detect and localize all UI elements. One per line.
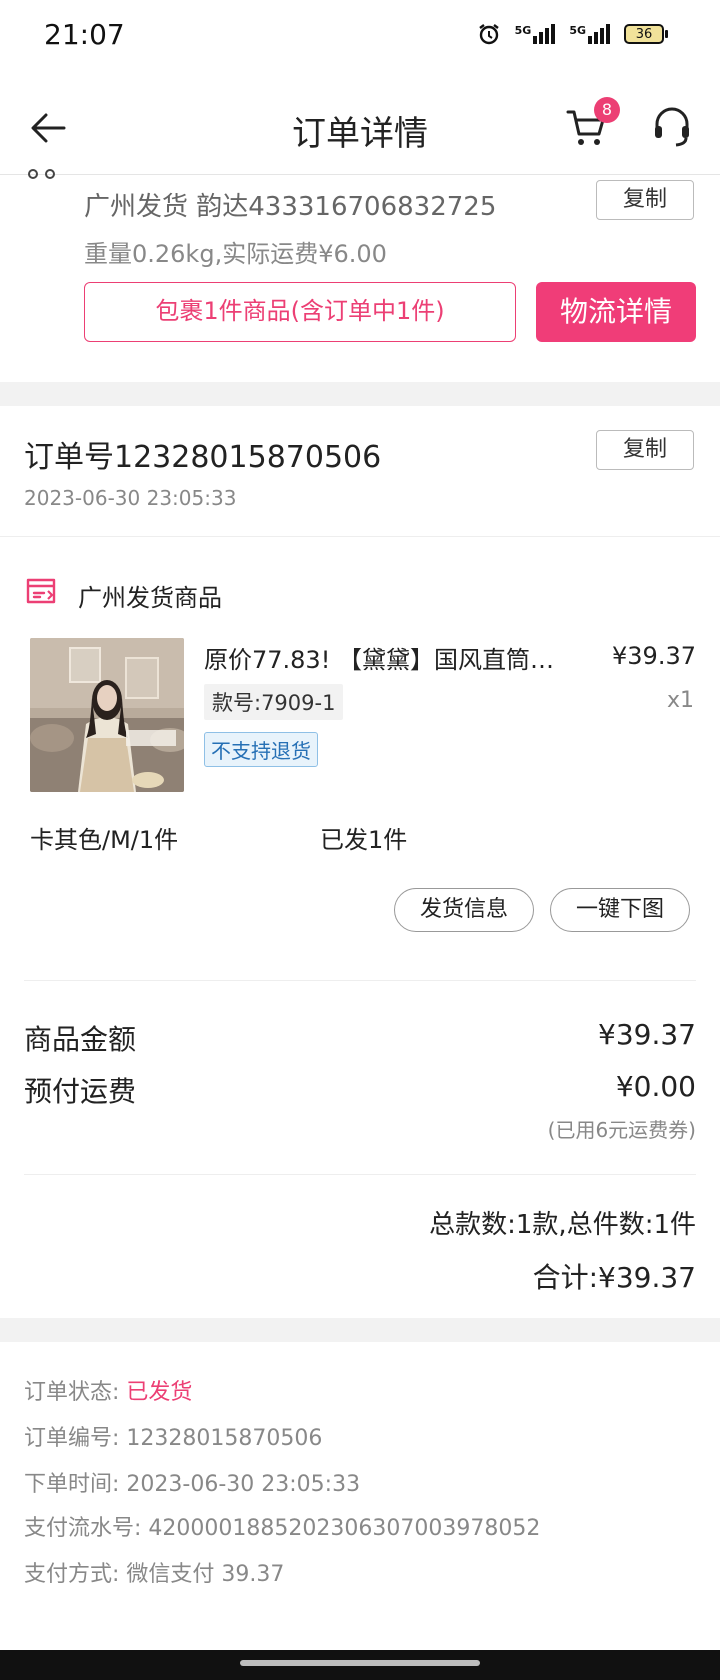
status-time: 21:07 bbox=[44, 18, 125, 51]
no-return-badge: 不支持退货 bbox=[204, 732, 318, 767]
weight-freight: 重量0.26kg,实际运费¥6.00 bbox=[84, 240, 387, 268]
order-total: 合计:¥39.37 bbox=[532, 1261, 696, 1294]
order-status-value: 已发货 bbox=[126, 1380, 193, 1405]
divider bbox=[24, 1174, 696, 1175]
battery-level: 36 bbox=[624, 24, 664, 44]
order-time-row: 下单时间: 2023-06-30 23:05:33 bbox=[24, 1466, 360, 1498]
ship-info-button[interactable]: 发货信息 bbox=[394, 888, 534, 932]
freight-label: 预付运费 bbox=[24, 1075, 137, 1108]
logistics-detail-button[interactable]: 物流详情 bbox=[536, 282, 696, 342]
battery-icon: 36 bbox=[624, 24, 668, 44]
shipping-box-icon bbox=[26, 578, 56, 604]
payment-serial-row: 支付流水号: 4200001885202306307003978052 bbox=[24, 1510, 540, 1542]
order-number-row: 订单编号: 12328015870506 bbox=[24, 1420, 322, 1452]
order-number-label: 订单编号: bbox=[24, 1426, 120, 1451]
status-icons: 5G 5G 36 bbox=[477, 22, 668, 46]
style-number-tag: 款号:7909-1 bbox=[204, 684, 344, 720]
coupon-note: (已用6元运费券) bbox=[547, 1118, 696, 1142]
order-time-label: 下单时间: bbox=[24, 1472, 120, 1497]
product-image[interactable] bbox=[30, 638, 184, 792]
section-gap bbox=[0, 1318, 720, 1342]
alarm-icon bbox=[478, 24, 499, 45]
goods-amount-value: ¥39.37 bbox=[598, 1018, 696, 1051]
payment-serial-label: 支付流水号: bbox=[24, 1516, 142, 1541]
freight-value: ¥0.00 bbox=[615, 1070, 696, 1103]
nav-divider bbox=[0, 174, 720, 175]
section-gap bbox=[0, 382, 720, 406]
order-number-value: 12328015870506 bbox=[126, 1426, 323, 1451]
divider bbox=[0, 536, 720, 537]
divider bbox=[24, 980, 696, 981]
order-status-row: 订单状态: 已发货 bbox=[24, 1374, 192, 1406]
product-quantity: x1 bbox=[666, 688, 694, 713]
goods-amount-label: 商品金额 bbox=[24, 1023, 137, 1056]
product-title[interactable]: 原价77.83! 【黛黛】国风直筒连衣裙 bbox=[204, 640, 574, 675]
totals-count: 总款数:1款,总件数:1件 bbox=[429, 1210, 696, 1240]
shipment-title: 广州发货商品 bbox=[78, 584, 222, 612]
headset-icon[interactable] bbox=[652, 106, 692, 148]
signal-icon: 5G bbox=[569, 24, 610, 44]
order-time-value: 2023-06-30 23:05:33 bbox=[126, 1472, 361, 1497]
cart-badge: 8 bbox=[594, 97, 620, 123]
truck-icon bbox=[28, 169, 55, 179]
package-items-button[interactable]: 包裹1件商品(含订单中1件) bbox=[84, 282, 516, 342]
signal-icon: 5G bbox=[515, 24, 556, 44]
download-images-button[interactable]: 一键下图 bbox=[550, 888, 690, 932]
copy-tracking-button[interactable]: 复制 bbox=[596, 180, 694, 220]
payment-method-value: 微信支付 39.37 bbox=[126, 1562, 285, 1587]
order-number: 订单号12328015870506 bbox=[24, 440, 382, 475]
payment-method-label: 支付方式: bbox=[24, 1562, 120, 1587]
home-indicator[interactable] bbox=[240, 1660, 480, 1666]
copy-order-button[interactable]: 复制 bbox=[596, 430, 694, 470]
product-price: ¥39.37 bbox=[612, 642, 696, 670]
order-status-label: 订单状态: bbox=[24, 1380, 120, 1405]
payment-serial-value: 4200001885202306307003978052 bbox=[148, 1516, 541, 1541]
shipped-count: 已发1件 bbox=[320, 826, 408, 854]
carrier-tracking: 广州发货 韵达433316706832725 bbox=[84, 192, 497, 222]
order-time: 2023-06-30 23:05:33 bbox=[24, 486, 237, 510]
payment-method-row: 支付方式: 微信支付 39.37 bbox=[24, 1556, 284, 1588]
product-variant: 卡其色/M/1件 bbox=[30, 826, 179, 854]
